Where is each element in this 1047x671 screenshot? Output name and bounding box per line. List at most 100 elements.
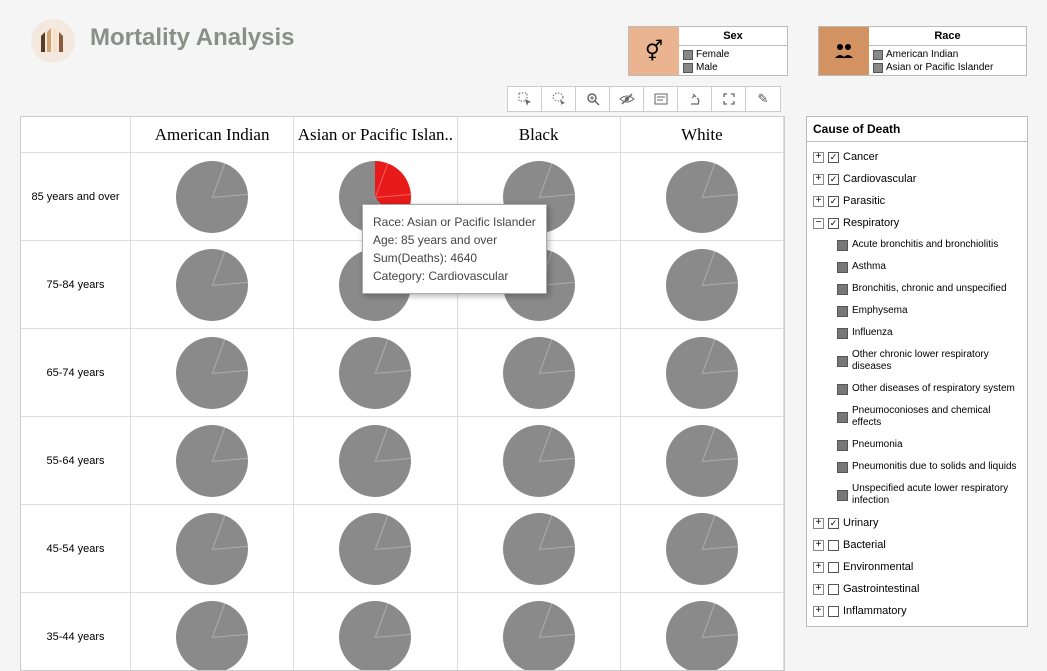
checkbox[interactable] xyxy=(837,490,848,501)
pie-cell[interactable] xyxy=(621,241,784,329)
expand-icon[interactable]: + xyxy=(813,584,824,595)
pie-chart-icon[interactable] xyxy=(503,601,575,671)
pie-chart-icon[interactable] xyxy=(666,425,738,497)
tree-child[interactable]: Asthma xyxy=(807,256,1027,278)
pie-cell[interactable] xyxy=(131,593,294,671)
tree-child[interactable]: Pneumoconioses and chemical effects xyxy=(807,400,1027,434)
lasso-select-icon[interactable] xyxy=(542,87,576,111)
checkbox[interactable] xyxy=(837,328,848,339)
checkbox[interactable] xyxy=(828,562,839,573)
pie-cell[interactable] xyxy=(294,505,457,593)
pie-cell[interactable] xyxy=(458,593,621,671)
pie-cell[interactable] xyxy=(621,593,784,671)
tree-group[interactable]: +Gastrointestinal xyxy=(807,578,1027,600)
collapse-icon[interactable]: − xyxy=(813,218,824,229)
pie-cell[interactable] xyxy=(131,329,294,417)
filter-race-item[interactable]: American Indian xyxy=(873,48,1022,61)
checkbox[interactable] xyxy=(828,174,839,185)
checkbox[interactable] xyxy=(828,540,839,551)
microscope-icon[interactable] xyxy=(678,87,712,111)
pie-chart-icon[interactable] xyxy=(176,337,248,409)
pie-chart-icon[interactable] xyxy=(666,513,738,585)
pie-chart-icon[interactable] xyxy=(666,249,738,321)
expand-icon[interactable]: + xyxy=(813,606,824,617)
tree-child[interactable]: Other chronic lower respiratory diseases xyxy=(807,344,1027,378)
pie-chart-icon[interactable] xyxy=(666,161,738,233)
edit-icon[interactable]: ✎ xyxy=(746,87,780,111)
pie-chart-icon[interactable] xyxy=(666,601,738,671)
pie-cell[interactable] xyxy=(621,329,784,417)
pie-chart-icon[interactable] xyxy=(339,337,411,409)
tree-child[interactable]: Influenza xyxy=(807,322,1027,344)
tree-child[interactable]: Acute bronchitis and bronchiolitis xyxy=(807,234,1027,256)
expand-icon[interactable]: + xyxy=(813,518,824,529)
pie-cell[interactable] xyxy=(458,417,621,505)
expand-icon[interactable] xyxy=(712,87,746,111)
pie-chart-icon[interactable] xyxy=(503,425,575,497)
checkbox[interactable] xyxy=(837,262,848,273)
label-icon[interactable] xyxy=(644,87,678,111)
expand-icon[interactable]: + xyxy=(813,196,824,207)
tree-child[interactable]: Pneumonia xyxy=(807,434,1027,456)
tree-child[interactable]: Pneumonitis due to solids and liquids xyxy=(807,456,1027,478)
expand-icon[interactable]: + xyxy=(813,540,824,551)
tree-group[interactable]: +Urinary xyxy=(807,512,1027,534)
pie-cell[interactable] xyxy=(458,329,621,417)
filter-race[interactable]: Race American Indian Asian or Pacific Is… xyxy=(818,26,1027,76)
pie-chart-icon[interactable] xyxy=(666,337,738,409)
pie-cell[interactable] xyxy=(621,417,784,505)
pie-chart-icon[interactable] xyxy=(339,513,411,585)
checkbox[interactable] xyxy=(837,440,848,451)
checkbox[interactable] xyxy=(837,240,848,251)
checkbox[interactable] xyxy=(828,196,839,207)
pie-cell[interactable] xyxy=(131,153,294,241)
checkbox[interactable] xyxy=(828,218,839,229)
pie-chart-icon[interactable] xyxy=(176,513,248,585)
pie-chart-icon[interactable] xyxy=(176,249,248,321)
expand-icon[interactable]: + xyxy=(813,174,824,185)
tree-group[interactable]: +Parasitic xyxy=(807,190,1027,212)
checkbox[interactable] xyxy=(828,606,839,617)
pie-cell[interactable] xyxy=(621,153,784,241)
filter-sex-item[interactable]: Male xyxy=(683,61,783,74)
pie-cell[interactable] xyxy=(131,417,294,505)
checkbox[interactable] xyxy=(837,284,848,295)
tree-child[interactable]: Bronchitis, chronic and unspecified xyxy=(807,278,1027,300)
marquee-select-icon[interactable] xyxy=(508,87,542,111)
pie-cell[interactable] xyxy=(458,505,621,593)
tree-group[interactable]: +Cardiovascular xyxy=(807,168,1027,190)
checkbox[interactable] xyxy=(837,356,848,367)
visibility-off-icon[interactable] xyxy=(610,87,644,111)
tree-group[interactable]: +Bacterial xyxy=(807,534,1027,556)
pie-cell[interactable] xyxy=(294,329,457,417)
pie-cell[interactable] xyxy=(294,417,457,505)
pie-chart-icon[interactable] xyxy=(503,513,575,585)
pie-chart-icon[interactable] xyxy=(339,425,411,497)
checkbox[interactable] xyxy=(837,384,848,395)
tree-group[interactable]: +Inflammatory xyxy=(807,600,1027,622)
pie-chart-icon[interactable] xyxy=(176,161,248,233)
zoom-in-icon[interactable] xyxy=(576,87,610,111)
checkbox[interactable] xyxy=(828,518,839,529)
pie-cell[interactable] xyxy=(131,505,294,593)
pie-chart-icon[interactable] xyxy=(176,601,248,671)
tree-group[interactable]: +Environmental xyxy=(807,556,1027,578)
checkbox[interactable] xyxy=(837,412,848,423)
tree-child[interactable]: Other diseases of respiratory system xyxy=(807,378,1027,400)
tree-group[interactable]: −Respiratory xyxy=(807,212,1027,234)
tree-child[interactable]: Unspecified acute lower respiratory infe… xyxy=(807,478,1027,512)
tree-child[interactable]: Emphysema xyxy=(807,300,1027,322)
checkbox[interactable] xyxy=(828,152,839,163)
tree-group[interactable]: +Cancer xyxy=(807,146,1027,168)
pie-cell[interactable] xyxy=(131,241,294,329)
pie-cell[interactable] xyxy=(621,505,784,593)
filter-sex[interactable]: ⚥ Sex Female Male xyxy=(628,26,788,76)
pie-chart-icon[interactable] xyxy=(176,425,248,497)
pie-cell[interactable] xyxy=(294,593,457,671)
filter-sex-item[interactable]: Female xyxy=(683,48,783,61)
pie-chart-icon[interactable] xyxy=(503,337,575,409)
checkbox[interactable] xyxy=(837,306,848,317)
checkbox[interactable] xyxy=(828,584,839,595)
checkbox[interactable] xyxy=(837,462,848,473)
filter-race-item[interactable]: Asian or Pacific Islander xyxy=(873,61,1022,74)
